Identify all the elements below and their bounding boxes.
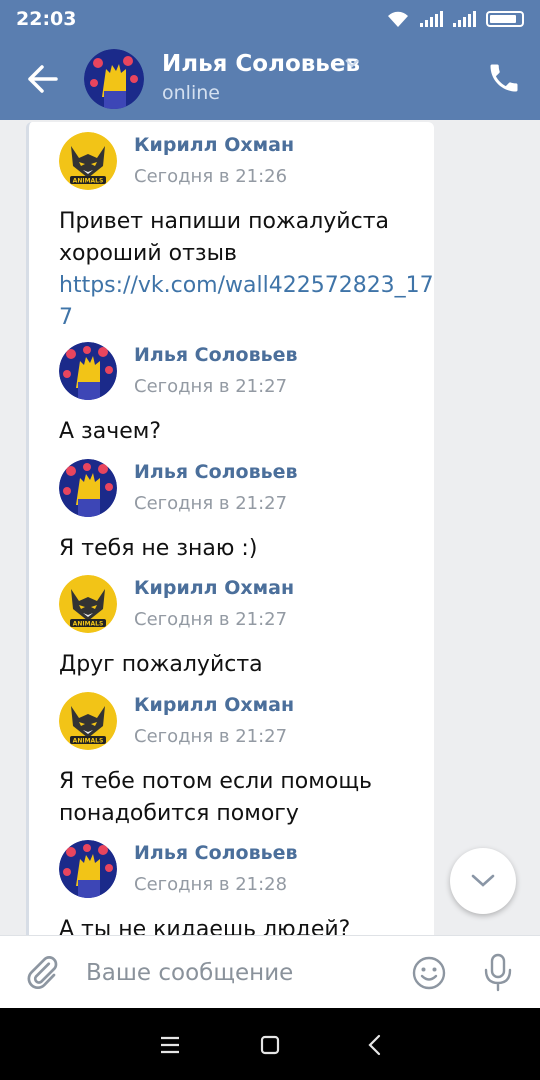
contact-name[interactable]: Илья Соловьев bbox=[162, 51, 360, 77]
scroll-down-button[interactable] bbox=[450, 848, 516, 914]
status-time: 22:03 bbox=[16, 8, 77, 30]
scroll-down-icon bbox=[471, 874, 495, 887]
message-time: Сегодня в 21:27 bbox=[134, 726, 288, 747]
menu-icon[interactable] bbox=[155, 1030, 185, 1060]
avatar-caption: ANIMALS bbox=[73, 178, 104, 185]
message-time: Сегодня в 21:27 bbox=[134, 376, 288, 397]
forwarded-messages-card: ANIMALS Кирилл Охман Сегодня в 21:26 При… bbox=[26, 122, 434, 935]
chevron-down-icon[interactable] bbox=[344, 58, 360, 68]
bart-avatar[interactable] bbox=[59, 342, 117, 400]
phone-icon[interactable] bbox=[486, 60, 522, 96]
message-link[interactable]: https://vk.com/wall422572823_177 bbox=[59, 273, 434, 330]
microphone-icon[interactable] bbox=[480, 952, 516, 992]
message-input[interactable] bbox=[86, 954, 386, 992]
avatar-caption: ANIMALS bbox=[73, 738, 104, 745]
bart-avatar[interactable] bbox=[59, 459, 117, 517]
message-composer bbox=[0, 935, 540, 1008]
message-text: А ты не кидаешь людей? bbox=[59, 917, 351, 935]
home-icon[interactable] bbox=[255, 1030, 285, 1060]
message-time: Сегодня в 21:27 bbox=[134, 609, 288, 630]
wolf-avatar[interactable]: ANIMALS bbox=[59, 692, 117, 750]
message-time: Сегодня в 21:28 bbox=[134, 874, 288, 895]
message-list[interactable]: ANIMALS Кирилл Охман Сегодня в 21:26 При… bbox=[0, 120, 540, 935]
message-text: Я тебя не знаю :) bbox=[59, 536, 258, 561]
back-icon[interactable] bbox=[360, 1030, 390, 1060]
contact-avatar[interactable] bbox=[84, 49, 144, 109]
message-author[interactable]: Кирилл Охман bbox=[134, 577, 294, 599]
emoji-icon[interactable] bbox=[410, 954, 448, 992]
signal-icon-2 bbox=[453, 11, 476, 27]
message-text: Друг пожалуйста bbox=[59, 652, 263, 677]
wolf-avatar[interactable]: ANIMALS bbox=[59, 132, 117, 190]
message-text: Я тебе потом если помощь понадобится пом… bbox=[59, 769, 373, 826]
message-author[interactable]: Кирилл Охман bbox=[134, 694, 294, 716]
message-time: Сегодня в 21:26 bbox=[134, 166, 288, 187]
wifi-icon bbox=[388, 11, 408, 27]
back-arrow-icon[interactable] bbox=[18, 58, 68, 100]
battery-icon bbox=[486, 11, 524, 27]
message-body: Привет напиши пожалуйста хороший отзыв bbox=[59, 209, 389, 266]
wolf-avatar[interactable]: ANIMALS bbox=[59, 575, 117, 633]
message-author[interactable]: Илья Соловьев bbox=[134, 842, 298, 864]
status-bar: 22:03 bbox=[0, 0, 540, 38]
status-icons bbox=[386, 8, 524, 30]
message-text: А зачем? bbox=[59, 419, 162, 444]
signal-icon-1 bbox=[420, 11, 443, 27]
message-time: Сегодня в 21:27 bbox=[134, 493, 288, 514]
message-author[interactable]: Илья Соловьев bbox=[134, 461, 298, 483]
message-author[interactable]: Илья Соловьев bbox=[134, 344, 298, 366]
message-author[interactable]: Кирилл Охман bbox=[134, 134, 294, 156]
system-nav-bar bbox=[0, 1008, 540, 1080]
chat-header: Илья Соловьев online bbox=[0, 38, 540, 120]
message-text: Привет напиши пожалуйста хороший отзыв h… bbox=[59, 206, 439, 334]
bart-avatar[interactable] bbox=[59, 840, 117, 898]
contact-presence: online bbox=[162, 82, 220, 104]
avatar-caption: ANIMALS bbox=[73, 621, 104, 628]
paperclip-icon[interactable] bbox=[24, 954, 60, 990]
